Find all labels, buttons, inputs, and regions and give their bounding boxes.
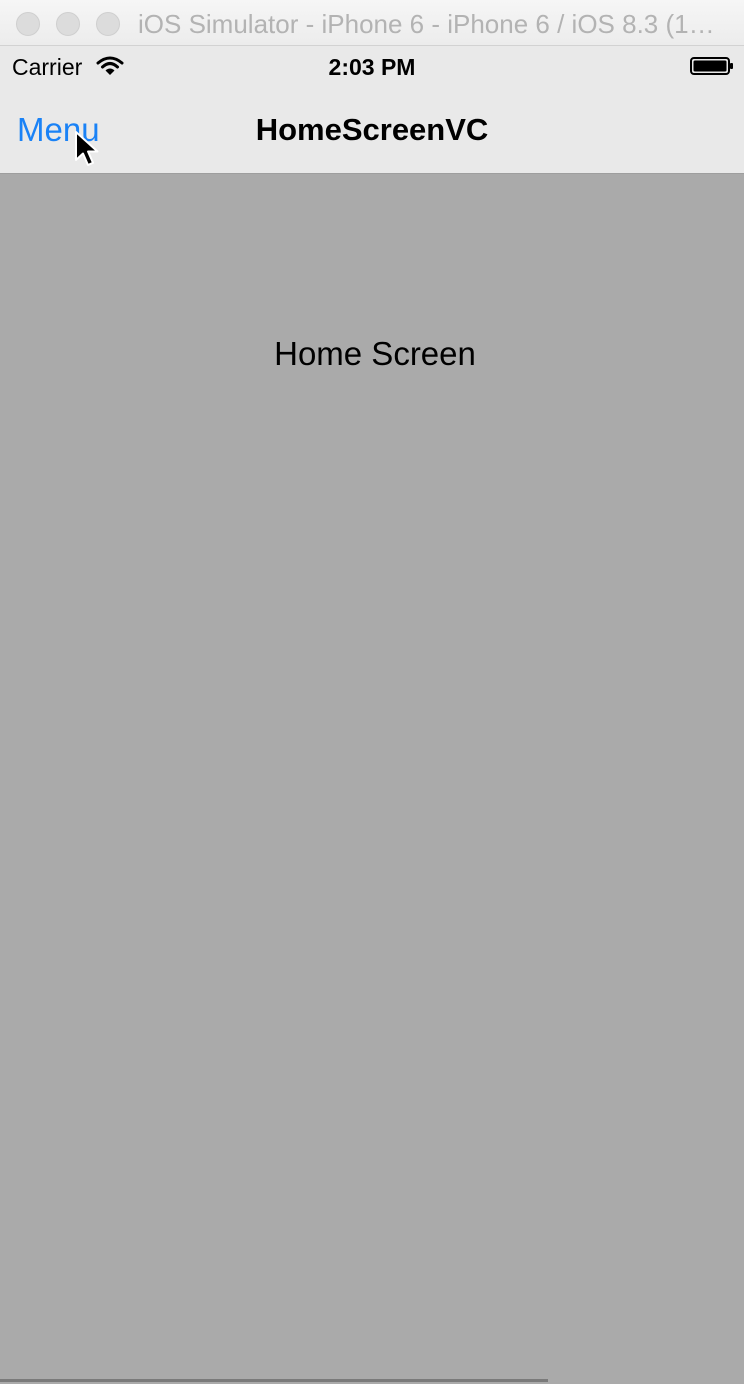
window-titlebar: iOS Simulator - iPhone 6 - iPhone 6 / iO… <box>0 0 744 46</box>
minimize-window-button[interactable] <box>56 12 80 36</box>
mouse-pointer-icon <box>75 131 99 166</box>
close-window-button[interactable] <box>16 12 40 36</box>
navigation-bar: Menu HomeScreenVC <box>0 86 744 174</box>
status-bar: Carrier 2:03 PM <box>0 46 744 86</box>
main-content: Home Screen <box>0 174 744 1378</box>
nav-title: HomeScreenVC <box>255 112 489 147</box>
window-title: iOS Simulator - iPhone 6 - iPhone 6 / iO… <box>138 9 728 39</box>
simulator-window: iOS Simulator - iPhone 6 - iPhone 6 / iO… <box>0 0 744 1384</box>
bottom-divider <box>0 1379 548 1382</box>
home-screen-label: Home Screen <box>274 335 476 372</box>
status-time: 2:03 PM <box>328 54 416 80</box>
battery-icon <box>690 57 733 75</box>
zoom-window-button[interactable] <box>96 12 120 36</box>
